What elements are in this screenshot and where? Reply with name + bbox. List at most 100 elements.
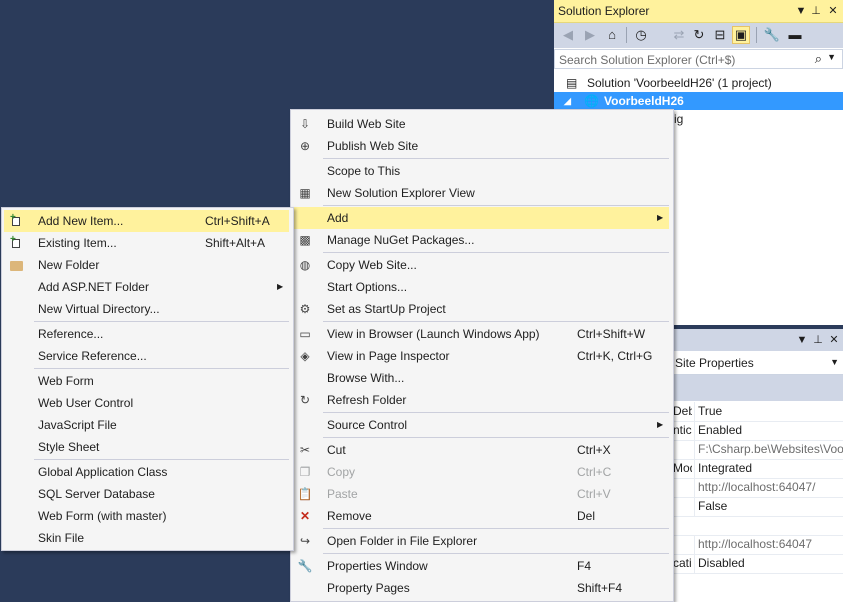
copy-icon: ❐	[299, 465, 311, 479]
window-dropdown-icon[interactable]: ▼	[794, 3, 808, 19]
menu-item-add-new-item[interactable]: + Add New Item... Ctrl+Shift+A	[4, 210, 289, 232]
tree-solution-node[interactable]: ▤ Solution 'VoorbeeldH26' (1 project)	[554, 74, 843, 92]
menu-item-scope-to-this[interactable]: Scope to This	[293, 160, 669, 182]
menu-item-open-folder[interactable]: ↪ Open Folder in File Explorer	[293, 530, 669, 552]
search-dropdown-icon[interactable]: ▼	[827, 52, 836, 62]
gear-icon: ⚙	[299, 302, 311, 316]
menu-item-start-options[interactable]: Start Options...	[293, 276, 669, 298]
menu-item-web-form[interactable]: Web Form	[4, 370, 289, 392]
menu-item-existing-item[interactable]: + Existing Item... Shift+Alt+A	[4, 232, 289, 254]
sync-icon[interactable]: ⇄	[670, 26, 688, 44]
menu-item-new-virtual-directory[interactable]: New Virtual Directory...	[4, 298, 289, 320]
inspector-icon: ◈	[300, 349, 310, 363]
menu-item-property-pages[interactable]: Property Pages Shift+F4	[293, 577, 669, 599]
new-item-icon: +	[8, 212, 24, 229]
collapse-icon[interactable]: ⊟	[711, 26, 729, 44]
solution-icon: ▤	[566, 76, 578, 90]
menu-item-manage-nuget[interactable]: ▩ Manage NuGet Packages...	[293, 229, 669, 251]
menu-item-publish-web-site[interactable]: ⊕ Publish Web Site	[293, 135, 669, 157]
chevron-down-icon[interactable]: ▼	[830, 357, 839, 367]
properties-panel: ▼ ⊥ ✕ Site Properties ▼ Deb True ntic Enab…	[673, 329, 843, 602]
property-row[interactable]: http://localhost:64047	[673, 535, 843, 555]
history-icon[interactable]: ◷	[632, 26, 650, 44]
property-row[interactable]: http://localhost:64047/	[673, 478, 843, 498]
menu-item-remove[interactable]: ✕ Remove Del	[293, 505, 669, 527]
menu-item-service-reference[interactable]: Service Reference...	[4, 345, 289, 367]
property-row[interactable]: False	[673, 497, 843, 517]
menu-item-browse-with[interactable]: Browse With...	[293, 367, 669, 389]
menu-separator	[34, 368, 289, 369]
preview-icon[interactable]: ▣	[732, 26, 750, 44]
forward-icon[interactable]: ▶	[581, 26, 599, 44]
menu-separator	[323, 553, 669, 554]
property-row[interactable]: F:\Csharp.be\Websites\Voo	[673, 440, 843, 460]
properties-object-selector[interactable]: Site Properties ▼	[673, 352, 843, 375]
project-context-menu: ⇩ Build Web Site ⊕ Publish Web Site Scop…	[290, 109, 674, 602]
toolbar-divider	[756, 27, 757, 43]
menu-item-paste[interactable]: 📋 Paste Ctrl+V	[293, 483, 669, 505]
property-row[interactable]	[673, 516, 843, 536]
copy-web-icon: ◍	[299, 258, 311, 272]
property-row[interactable]: catioDisabled	[673, 554, 843, 574]
solution-explorer-search[interactable]: Search Solution Explorer (Ctrl+$) ⌕ ▼	[554, 49, 843, 69]
menu-item-refresh-folder[interactable]: ↻ Refresh Folder	[293, 389, 669, 411]
menu-separator	[323, 412, 669, 413]
property-row[interactable]: Deb True	[673, 402, 843, 422]
nuget-icon: ▩	[299, 233, 311, 247]
menu-item-add[interactable]: Add ▶	[293, 207, 669, 229]
scissors-icon: ✂	[299, 443, 311, 457]
menu-item-cut[interactable]: ✂ Cut Ctrl+X	[293, 439, 669, 461]
property-row[interactable]: ModIntegrated	[673, 459, 843, 479]
menu-item-view-in-browser[interactable]: ▭ View in Browser (Launch Windows App) C…	[293, 323, 669, 345]
add-submenu: + Add New Item... Ctrl+Shift+A + Existin…	[1, 207, 294, 551]
menu-item-view-in-page-inspector[interactable]: ◈ View in Page Inspector Ctrl+K, Ctrl+G	[293, 345, 669, 367]
search-placeholder: Search Solution Explorer (Ctrl+$)	[559, 53, 736, 67]
menu-item-web-user-control[interactable]: Web User Control	[4, 392, 289, 414]
pin-icon[interactable]: ⊥	[809, 3, 823, 19]
submenu-arrow-icon: ▶	[657, 420, 664, 429]
menu-separator	[323, 158, 669, 159]
tree-project-node[interactable]: ◢ 🌐 VoorbeeldH26	[554, 92, 843, 110]
build-icon: ⇩	[299, 117, 311, 131]
existing-item-icon: +	[8, 234, 24, 251]
minus-pin-icon[interactable]: ▬	[786, 26, 804, 44]
menu-item-skin-file[interactable]: Skin File	[4, 527, 289, 549]
solution-explorer-title: Solution Explorer	[558, 4, 650, 18]
menu-item-javascript-file[interactable]: JavaScript File	[4, 414, 289, 436]
wrench-icon: 🔧	[297, 559, 313, 573]
menu-item-build-web-site[interactable]: ⇩ Build Web Site	[293, 113, 669, 135]
back-icon[interactable]: ◀	[559, 26, 577, 44]
menu-item-copy[interactable]: ❐ Copy Ctrl+C	[293, 461, 669, 483]
menu-separator	[323, 437, 669, 438]
menu-separator	[323, 205, 669, 206]
search-icon[interactable]: ⌕	[815, 51, 822, 67]
properties-titlebar: ▼ ⊥ ✕	[673, 329, 843, 351]
menu-item-sql-server-database[interactable]: SQL Server Database	[4, 483, 289, 505]
window-dropdown-icon[interactable]: ▼	[795, 332, 809, 348]
expand-triangle-icon[interactable]: ◢	[564, 92, 571, 110]
close-icon[interactable]: ✕	[826, 3, 840, 19]
menu-item-new-solution-explorer-view[interactable]: ▦ New Solution Explorer View	[293, 182, 669, 204]
remove-x-icon: ✕	[299, 509, 311, 523]
pin-icon[interactable]: ⊥	[811, 332, 825, 348]
menu-item-global-application-class[interactable]: Global Application Class	[4, 461, 289, 483]
property-row[interactable]: ntic Enabled	[673, 421, 843, 441]
refresh-icon[interactable]: ↻	[690, 26, 708, 44]
menu-item-add-aspnet-folder[interactable]: Add ASP.NET Folder ▶	[4, 276, 289, 298]
menu-item-properties-window[interactable]: 🔧 Properties Window F4	[293, 555, 669, 577]
refresh-icon: ↻	[299, 393, 311, 407]
menu-separator	[323, 321, 669, 322]
menu-item-set-startup[interactable]: ⚙ Set as StartUp Project	[293, 298, 669, 320]
menu-separator	[34, 321, 289, 322]
menu-item-web-form-with-master[interactable]: Web Form (with master)	[4, 505, 289, 527]
menu-item-copy-web-site[interactable]: ◍ Copy Web Site...	[293, 254, 669, 276]
properties-wrench-icon[interactable]: 🔧	[763, 26, 781, 44]
menu-item-source-control[interactable]: Source Control ▶	[293, 414, 669, 436]
properties-object-name: Site Properties	[675, 356, 754, 370]
home-icon[interactable]: ⌂	[603, 26, 621, 44]
close-icon[interactable]: ✕	[827, 332, 841, 348]
menu-item-new-folder[interactable]: New Folder	[4, 254, 289, 276]
menu-item-reference[interactable]: Reference...	[4, 323, 289, 345]
menu-item-style-sheet[interactable]: Style Sheet	[4, 436, 289, 458]
menu-separator	[323, 528, 669, 529]
